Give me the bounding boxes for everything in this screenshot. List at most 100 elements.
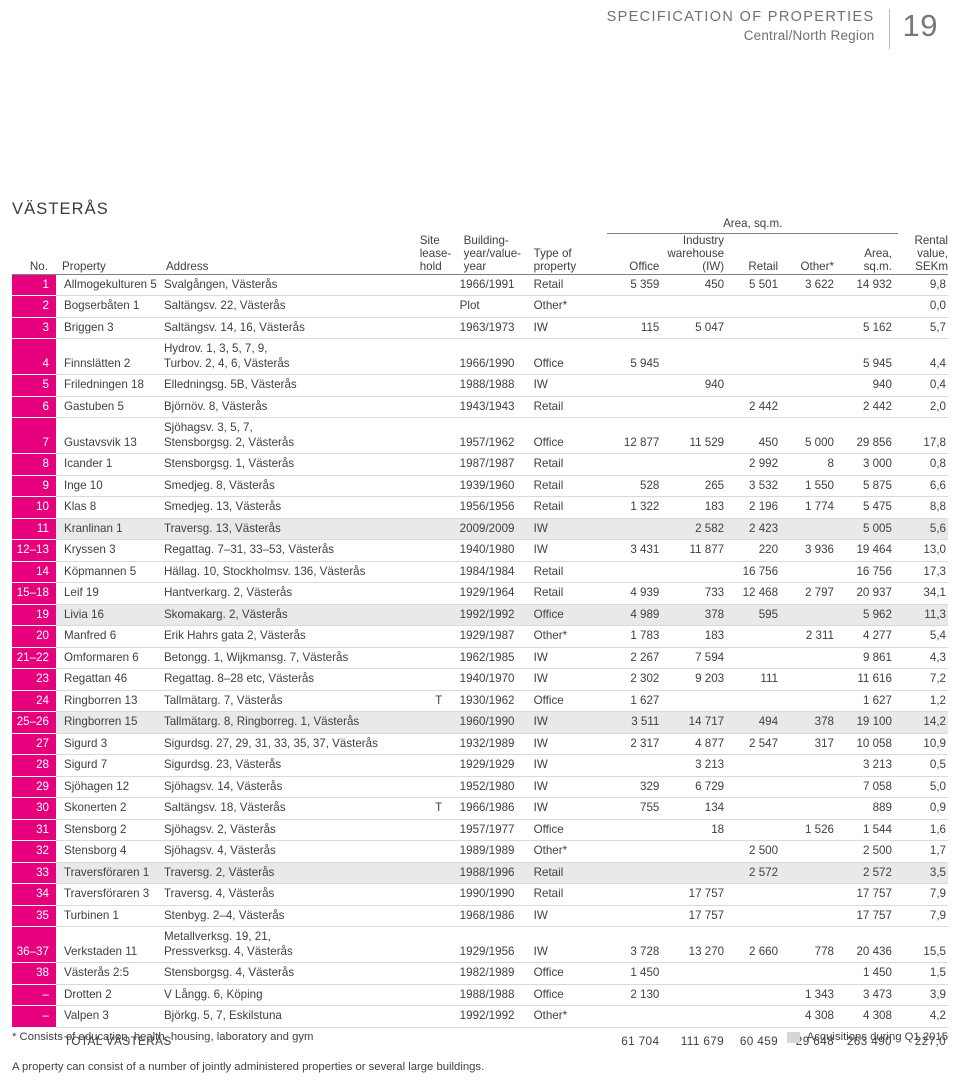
address-line-1: Regattag. 7–31, 33–53, Västerås <box>163 543 335 557</box>
cell-office: 1 783 <box>605 625 668 648</box>
cell-industry-warehouse: 7 594 <box>667 647 733 670</box>
cell-property: Skonerten 2 <box>55 797 160 820</box>
cell-office: 755 <box>605 797 668 820</box>
cell-site-leasehold <box>419 862 458 885</box>
cell-property: Stensborg 4 <box>55 840 160 863</box>
acquisition-swatch-icon <box>786 1031 800 1043</box>
table-head: Area, sq.m. No. Property Address Site le… <box>12 214 948 275</box>
cell-address: Stenbyg. 2–4, Västerås <box>159 905 420 928</box>
cell-address: Tallmätarg. 7, Västerås <box>159 690 420 713</box>
row-number-badge: 29 <box>12 776 56 799</box>
cell-retail: 2 992 <box>732 453 787 476</box>
address-line-1: V Långg. 6, Köping <box>163 987 263 1001</box>
cell-building-year: 1966/1990 <box>457 338 528 376</box>
cell-other: 2 797 <box>786 582 842 605</box>
cell-rental-value: 10,9 <box>899 733 948 756</box>
address-line-1: Smedjeg. 13, Västerås <box>163 500 282 514</box>
cell-rental-value: 5,4 <box>899 625 948 648</box>
cell-rental-value: 5,0 <box>899 776 948 799</box>
cell-property: Leif 19 <box>55 582 160 605</box>
cell-type-of-property: IW <box>527 317 606 340</box>
cell-site-leasehold <box>419 396 458 419</box>
row-number-badge: 15–18 <box>12 582 56 605</box>
row-number-badge: 31 <box>12 819 56 842</box>
cell-office: 3 728 <box>605 926 668 964</box>
cell-area-sqm: 1 627 <box>841 690 900 713</box>
cell-other <box>786 374 842 397</box>
footnote-asterisk: * Consists of education, health, housing… <box>12 1031 314 1043</box>
cell-site-leasehold <box>419 295 458 318</box>
cell-area-sqm: 2 572 <box>841 862 900 885</box>
cell-type-of-property: Other* <box>527 1005 606 1028</box>
address-line-1: Metallverksg. 19, 21, <box>163 930 271 944</box>
address-line-1: Skomakarg. 2, Västerås <box>163 607 288 621</box>
cell-building-year: Plot <box>457 295 528 318</box>
cell-rental-value: 1,7 <box>899 840 948 863</box>
address-line-1: Stensborgsg. 4, Västerås <box>163 966 295 980</box>
cell-rental-value: 11,3 <box>899 604 948 627</box>
address-line-1: Sjöhagsv. 4, Västerås <box>163 844 276 858</box>
cell-other <box>786 905 842 928</box>
cell-retail <box>732 797 787 820</box>
cell-industry-warehouse: 17 757 <box>667 905 733 928</box>
cell-retail <box>732 317 787 340</box>
cell-site-leasehold <box>419 647 458 670</box>
address-line-1: Erik Hahrs gata 2, Västerås <box>163 629 306 643</box>
cell-building-year: 1988/1996 <box>457 862 528 885</box>
cell-office: 4 989 <box>605 604 668 627</box>
cell-address: Saltängsv. 14, 16, Västerås <box>159 317 420 340</box>
table-row: 15–18 Leif 19 Hantverkarg. 2, Västerås 1929… <box>12 582 948 605</box>
cell-property: Livia 16 <box>55 604 160 627</box>
table-row: 34 Traversföraren 3 Traversg. 4, Västerås 1… <box>12 883 948 906</box>
table-row: 2 Bogserbåten 1 Saltängsv. 22, Västerås Plo… <box>12 295 948 318</box>
cell-other <box>786 518 842 541</box>
table-row: 5 Friledningen 18 Elledningsg. 5B, Västerå… <box>12 374 948 397</box>
col-header-office: Office <box>605 234 668 275</box>
cell-type-of-property: IW <box>527 905 606 928</box>
area-group-rule <box>607 233 898 234</box>
table-row: – Drotten 2V Långg. 6, Köping 1988/1988 Off… <box>12 984 948 1007</box>
address-line-2: Pressverksg. 4, Västerås <box>163 944 293 958</box>
cell-site-leasehold <box>419 625 458 648</box>
cell-area-sqm: 20 436 <box>841 926 900 964</box>
cell-building-year: 1982/1989 <box>457 962 528 985</box>
cell-other: 8 <box>786 453 842 476</box>
cell-type-of-property: IW <box>527 539 606 562</box>
cell-area-sqm: 4 308 <box>841 1005 900 1028</box>
cell-address: Tallmätarg. 8, Ringborreg. 1, Västerås <box>159 711 420 734</box>
page-header-subtitle: Central/North Region <box>743 28 875 43</box>
cell-retail: 494 <box>732 711 787 734</box>
cell-industry-warehouse <box>667 690 733 713</box>
cell-rental-value: 0,5 <box>899 754 948 777</box>
cell-retail <box>732 819 787 842</box>
table-row: 36–37 Verkstaden 11 Metallverksg. 19, 21, P… <box>12 926 948 964</box>
cell-rental-value: 8,8 <box>899 496 948 519</box>
cell-property: Finnslätten 2 <box>55 338 160 376</box>
row-number-badge: 35 <box>12 905 56 928</box>
row-number-badge: 38 <box>12 962 56 985</box>
table-row: 33 Traversföraren 1 Traversg. 2, Västerås 1… <box>12 862 948 885</box>
cell-building-year: 1930/1962 <box>457 690 528 713</box>
cell-rental-value: 5,7 <box>899 317 948 340</box>
cell-rental-value: 2,0 <box>899 396 948 419</box>
cell-site-leasehold <box>419 561 458 584</box>
row-number-badge: 25–26 <box>12 711 56 734</box>
cell-rental-value: 0,9 <box>899 797 948 820</box>
cell-office: 1 450 <box>605 962 668 985</box>
cell-rental-value: 17,3 <box>899 561 948 584</box>
cell-rental-value: 1,5 <box>899 962 948 985</box>
cell-site-leasehold <box>419 317 458 340</box>
cell-industry-warehouse <box>667 453 733 476</box>
address-line-1: Svalgången, Västerås <box>163 277 278 291</box>
footnote-note: A property can consist of a number of jo… <box>12 1061 485 1073</box>
row-number-badge: 30 <box>12 797 56 820</box>
cell-industry-warehouse <box>667 396 733 419</box>
cell-site-leasehold <box>419 518 458 541</box>
table-row: 10 Klas 8 Smedjeg. 13, Västerås 1956/1956 Re… <box>12 496 948 519</box>
cell-other: 2 311 <box>786 625 842 648</box>
cell-other: 5 000 <box>786 417 842 455</box>
cell-property: Drotten 2 <box>55 984 160 1007</box>
cell-retail <box>732 690 787 713</box>
cell-address: Hällag. 10, Stockholmsv. 136, Västerås <box>159 561 420 584</box>
cell-area-sqm: 19 100 <box>841 711 900 734</box>
